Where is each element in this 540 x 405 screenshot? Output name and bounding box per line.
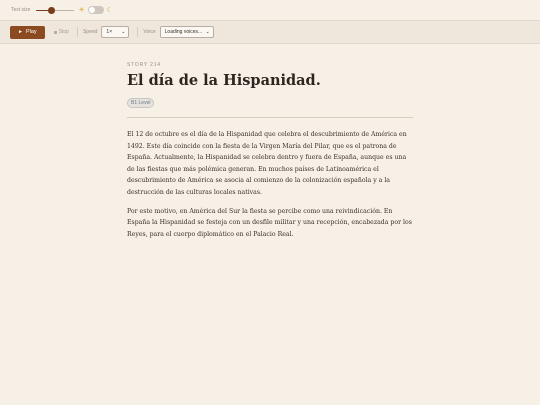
story-paragraph: El 12 de octubre es el día de la Hispani… — [127, 130, 407, 196]
play-label: Play — [25, 29, 37, 35]
settings-bar: Text size ☀ ☾ — [0, 0, 540, 20]
play-button[interactable]: ► Play — [10, 25, 45, 39]
toggle-knob — [88, 7, 95, 13]
voice-value: Loading voices... — [164, 29, 203, 35]
story-number: STORY 214 — [127, 62, 161, 68]
stop-icon — [53, 30, 57, 34]
audio-toolbar: ► Play Stop Speed 1× ⌄ Voice Loading voi… — [0, 20, 540, 44]
voice-label: Voice — [143, 29, 156, 35]
slider-thumb[interactable] — [48, 7, 55, 14]
speed-value: 1× — [106, 29, 113, 35]
chevron-down-icon: ⌄ — [205, 29, 210, 35]
toolbar-divider — [76, 27, 78, 37]
story-content: STORY 214 El día de la Hispanidad. B1 Le… — [127, 62, 413, 240]
stop-label: Stop — [58, 29, 69, 35]
toolbar-divider — [137, 27, 139, 37]
chevron-down-icon: ⌄ — [121, 29, 126, 35]
voice-select[interactable]: Loading voices... ⌄ — [159, 26, 214, 38]
speed-select[interactable]: 1× ⌄ — [101, 26, 130, 38]
level-badge: B1 Level — [127, 97, 155, 108]
text-size-slider[interactable] — [36, 6, 75, 14]
text-size-label: Text size — [11, 7, 31, 13]
sun-icon: ☀ — [78, 5, 85, 14]
speed-label: Speed — [82, 29, 98, 35]
play-icon: ► — [18, 29, 23, 35]
stop-button[interactable]: Stop — [53, 29, 69, 35]
moon-icon: ☾ — [106, 5, 114, 14]
story-title: El día de la Hispanidad. — [127, 72, 321, 89]
dark-mode-toggle[interactable] — [87, 6, 104, 14]
divider — [127, 116, 413, 118]
story-paragraph: Por este motivo, en América del Sur la f… — [127, 207, 412, 238]
